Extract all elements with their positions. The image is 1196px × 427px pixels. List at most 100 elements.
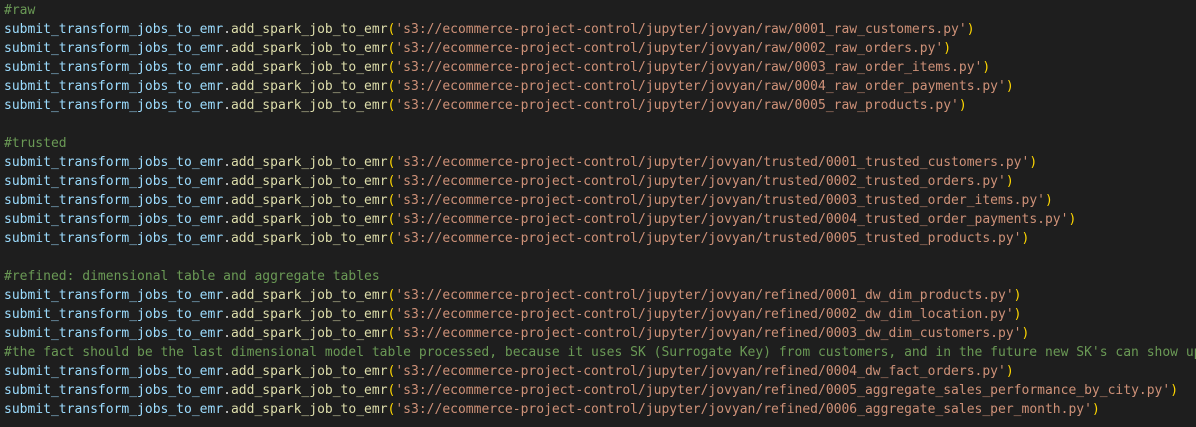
code-token-string: 's3://ecommerce-project-control/jupyter/… <box>395 231 1022 246</box>
code-token-function: add_spark_job_to_emr <box>230 231 388 246</box>
code-line[interactable]: submit_transform_jobs_to_emr.add_spark_j… <box>4 58 1196 77</box>
code-token-close-paren: ) <box>1068 212 1077 227</box>
code-token-dot: . <box>223 383 231 398</box>
code-token-close-paren: ) <box>982 60 991 75</box>
code-line[interactable]: submit_transform_jobs_to_emr.add_spark_j… <box>4 77 1196 96</box>
code-line[interactable]: submit_transform_jobs_to_emr.add_spark_j… <box>4 96 1196 115</box>
code-token-dot: . <box>223 41 231 56</box>
code-token-object: submit_transform_jobs_to_emr <box>4 231 224 246</box>
code-line-comment[interactable]: #refined: dimensional table and aggregat… <box>4 267 1196 286</box>
code-line-comment[interactable]: #raw <box>4 1 1196 20</box>
code-token-function: add_spark_job_to_emr <box>230 383 388 398</box>
code-token-function: add_spark_job_to_emr <box>230 193 388 208</box>
code-token-close-paren: ) <box>1013 288 1022 303</box>
code-token-string: 's3://ecommerce-project-control/jupyter/… <box>395 364 1006 379</box>
code-token-close-paren: ) <box>1013 307 1022 322</box>
code-lines: #raw submit_transform_jobs_to_emr.add_spa… <box>4 1 1196 419</box>
code-token-dot: . <box>223 60 231 75</box>
code-token-object: submit_transform_jobs_to_emr <box>4 326 224 341</box>
code-token-close-paren: ) <box>1005 79 1014 94</box>
code-line[interactable]: submit_transform_jobs_to_emr.add_spark_j… <box>4 381 1196 400</box>
code-line[interactable]: submit_transform_jobs_to_emr.add_spark_j… <box>4 229 1196 248</box>
code-token-function: add_spark_job_to_emr <box>230 402 388 417</box>
code-token-object: submit_transform_jobs_to_emr <box>4 98 224 113</box>
code-token-close-paren: ) <box>943 41 952 56</box>
code-token-dot: . <box>223 231 231 246</box>
code-token-object: submit_transform_jobs_to_emr <box>4 155 224 170</box>
code-token-object: submit_transform_jobs_to_emr <box>4 60 224 75</box>
code-token-object: submit_transform_jobs_to_emr <box>4 383 224 398</box>
code-line[interactable]: submit_transform_jobs_to_emr.add_spark_j… <box>4 324 1196 343</box>
code-token-comment: #raw <box>4 3 36 18</box>
code-token-dot: . <box>223 193 231 208</box>
code-token-dot: . <box>223 174 231 189</box>
code-token-function: add_spark_job_to_emr <box>230 41 388 56</box>
code-token-string: 's3://ecommerce-project-control/jupyter/… <box>395 60 983 75</box>
code-line[interactable]: submit_transform_jobs_to_emr.add_spark_j… <box>4 210 1196 229</box>
code-token-string: 's3://ecommerce-project-control/jupyter/… <box>395 326 1022 341</box>
code-token-function: add_spark_job_to_emr <box>230 22 388 37</box>
code-line[interactable]: submit_transform_jobs_to_emr.add_spark_j… <box>4 153 1196 172</box>
code-token-dot: . <box>223 98 231 113</box>
code-token-close-paren: ) <box>1029 155 1038 170</box>
code-line[interactable]: submit_transform_jobs_to_emr.add_spark_j… <box>4 20 1196 39</box>
code-token-string: 's3://ecommerce-project-control/jupyter/… <box>395 22 967 37</box>
code-token-function: add_spark_job_to_emr <box>230 174 388 189</box>
code-token-object: submit_transform_jobs_to_emr <box>4 174 224 189</box>
code-line-comment[interactable]: #trusted <box>4 134 1196 153</box>
code-line[interactable]: submit_transform_jobs_to_emr.add_spark_j… <box>4 400 1196 419</box>
code-line[interactable]: submit_transform_jobs_to_emr.add_spark_j… <box>4 191 1196 210</box>
code-token-dot: . <box>223 79 231 94</box>
code-token-string: 's3://ecommerce-project-control/jupyter/… <box>395 383 1171 398</box>
code-token-function: add_spark_job_to_emr <box>230 155 388 170</box>
code-token-string: 's3://ecommerce-project-control/jupyter/… <box>395 98 959 113</box>
code-line-comment[interactable]: #the fact should be the last dimensional… <box>4 343 1196 362</box>
code-token-object: submit_transform_jobs_to_emr <box>4 41 224 56</box>
code-token-function: add_spark_job_to_emr <box>230 212 388 227</box>
code-token-dot: . <box>223 326 231 341</box>
code-token-comment: #the fact should be the last dimensional… <box>4 345 1196 360</box>
code-token-function: add_spark_job_to_emr <box>230 326 388 341</box>
code-token-dot: . <box>223 288 231 303</box>
code-token-dot: . <box>223 307 231 322</box>
code-token-object: submit_transform_jobs_to_emr <box>4 307 224 322</box>
code-token-dot: . <box>223 212 231 227</box>
code-token-object: submit_transform_jobs_to_emr <box>4 193 224 208</box>
code-token-close-paren: ) <box>1005 174 1014 189</box>
code-token-string: 's3://ecommerce-project-control/jupyter/… <box>395 174 1006 189</box>
code-token-close-paren: ) <box>1170 383 1179 398</box>
code-token-string: 's3://ecommerce-project-control/jupyter/… <box>395 155 1030 170</box>
code-token-dot: . <box>223 22 231 37</box>
code-line[interactable]: submit_transform_jobs_to_emr.add_spark_j… <box>4 362 1196 381</box>
code-token-function: add_spark_job_to_emr <box>230 60 388 75</box>
code-editor[interactable]: #raw submit_transform_jobs_to_emr.add_spa… <box>0 0 1196 427</box>
code-token-close-paren: ) <box>1021 326 1030 341</box>
code-line[interactable]: submit_transform_jobs_to_emr.add_spark_j… <box>4 39 1196 58</box>
code-token-object: submit_transform_jobs_to_emr <box>4 212 224 227</box>
code-token-function: add_spark_job_to_emr <box>230 364 388 379</box>
code-token-function: add_spark_job_to_emr <box>230 98 388 113</box>
code-token-function: add_spark_job_to_emr <box>230 307 388 322</box>
code-line[interactable]: submit_transform_jobs_to_emr.add_spark_j… <box>4 305 1196 324</box>
code-token-object: submit_transform_jobs_to_emr <box>4 402 224 417</box>
code-token-object: submit_transform_jobs_to_emr <box>4 364 224 379</box>
code-token-object: submit_transform_jobs_to_emr <box>4 22 224 37</box>
code-line-blank[interactable] <box>4 248 1196 267</box>
code-line[interactable]: submit_transform_jobs_to_emr.add_spark_j… <box>4 172 1196 191</box>
code-token-close-paren: ) <box>966 22 975 37</box>
code-token-close-paren: ) <box>1044 193 1053 208</box>
code-token-object: submit_transform_jobs_to_emr <box>4 288 224 303</box>
code-token-dot: . <box>223 402 231 417</box>
code-token-string: 's3://ecommerce-project-control/jupyter/… <box>395 402 1092 417</box>
code-line[interactable]: submit_transform_jobs_to_emr.add_spark_j… <box>4 286 1196 305</box>
code-token-string: 's3://ecommerce-project-control/jupyter/… <box>395 288 1014 303</box>
code-token-string: 's3://ecommerce-project-control/jupyter/… <box>395 79 1006 94</box>
code-token-close-paren: ) <box>1091 402 1100 417</box>
code-token-object: submit_transform_jobs_to_emr <box>4 79 224 94</box>
code-line-blank[interactable] <box>4 115 1196 134</box>
code-token-close-paren: ) <box>1021 231 1030 246</box>
code-token-comment: #refined: dimensional table and aggregat… <box>4 269 380 284</box>
code-token-string: 's3://ecommerce-project-control/jupyter/… <box>395 307 1014 322</box>
code-token-dot: . <box>223 155 231 170</box>
code-token-string: 's3://ecommerce-project-control/jupyter/… <box>395 41 944 56</box>
